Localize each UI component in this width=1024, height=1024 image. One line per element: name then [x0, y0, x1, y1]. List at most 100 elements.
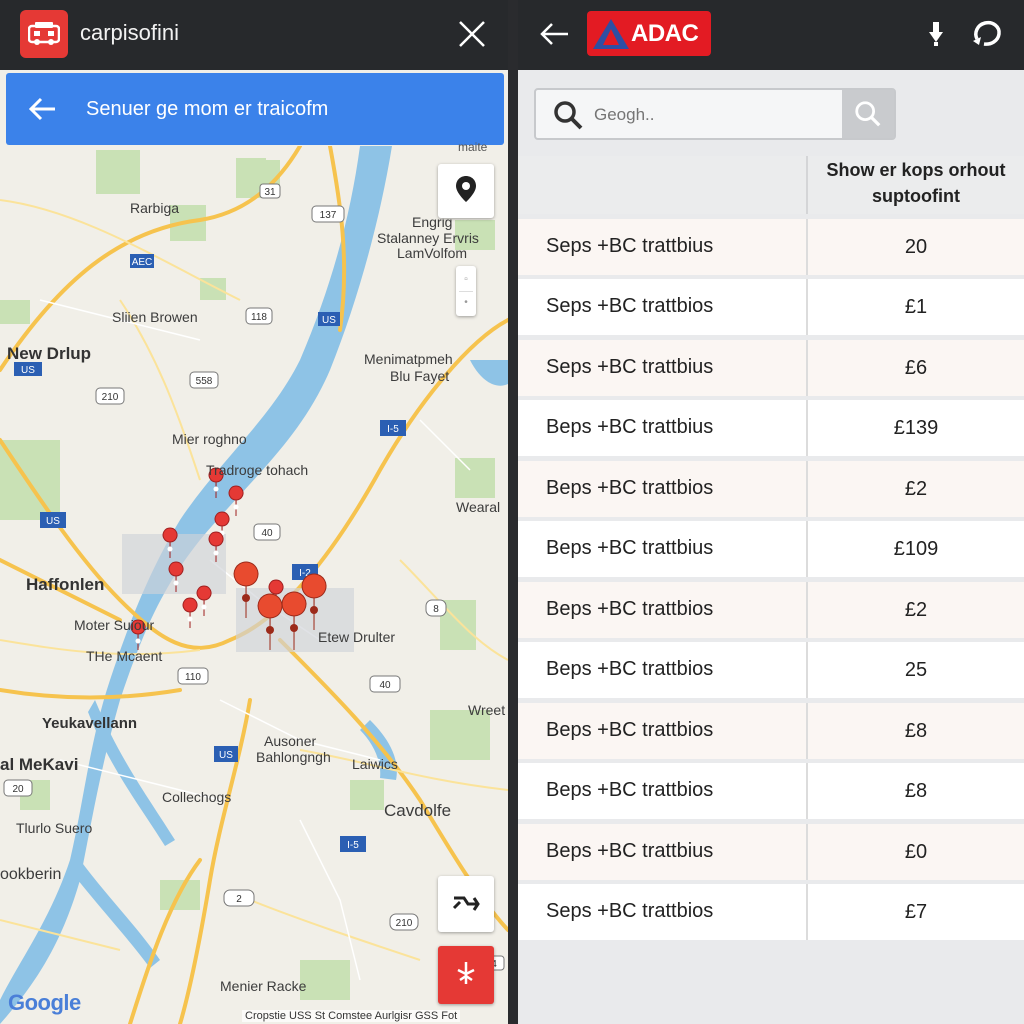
row-label: Beps +BC trattbios [546, 779, 714, 801]
left-app-bar: carpisofini [0, 0, 508, 70]
back-arrow-icon[interactable] [24, 91, 60, 127]
map-label-menier-racke: Menier Racke [220, 978, 307, 994]
table-row[interactable]: Seps +BC trattbius £6 [518, 339, 1024, 396]
row-label: Seps +BC trattbius [546, 234, 714, 257]
search-icon [552, 99, 584, 131]
map-label-new-drlup: New Drlup [7, 344, 92, 363]
search-bar [534, 88, 896, 140]
row-value: £0 [806, 823, 1024, 880]
row-label: Beps +BC trattbius [546, 537, 714, 559]
route-button[interactable] [438, 876, 494, 932]
row-value: £109 [806, 521, 1024, 577]
table-row[interactable]: Beps +BC trattbius £109 [518, 521, 1024, 577]
row-value: £139 [806, 400, 1024, 456]
map-label-lamvolfom: LamVolfom [397, 245, 468, 261]
table-row[interactable]: Seps +BC trattbios £1 [518, 279, 1024, 335]
route-title: Senuer ge mom er traicofm [86, 98, 329, 120]
table-row[interactable]: Beps +BC trattbios £8 [518, 702, 1024, 759]
column-header[interactable]: Show er kops orhout suptoofint [806, 156, 1024, 214]
map-label-bahlongngh: Bahlongngh [256, 749, 331, 765]
svg-text:I-5: I-5 [347, 840, 359, 851]
map-label-ausoner: Ausoner [264, 733, 317, 749]
close-icon[interactable] [452, 14, 492, 54]
svg-text:20: 20 [12, 784, 24, 795]
table-header: Show er kops orhout suptoofint [518, 156, 1024, 214]
route-corner-text: maite [458, 140, 488, 154]
svg-text:US: US [21, 365, 35, 376]
location-pin-icon [455, 175, 477, 208]
table-row[interactable]: Seps +BC trattbius 20 [518, 218, 1024, 275]
map-label-al-mekavi: al MeKavi [0, 755, 79, 774]
table-row[interactable]: Seps +BC trattbios £7 [518, 884, 1024, 940]
map-label-menimatpmeh: Menimatpmeh [364, 351, 453, 367]
row-label: Beps +BC trattbios [546, 658, 714, 680]
table-row[interactable]: Beps +BC trattbios 25 [518, 642, 1024, 698]
map-label-mier-roghno: Mier roghno [172, 431, 247, 447]
map-label-sliien-browen: Sliien Browen [112, 309, 198, 325]
table-row[interactable]: Beps +BC trattbios £2 [518, 581, 1024, 638]
table-row[interactable]: Beps +BC trattbius £0 [518, 823, 1024, 880]
row-label: Beps +BC trattbios [546, 476, 714, 499]
brand-name: ADAC [631, 20, 699, 47]
map-label-laiwics: Laiwics [352, 756, 398, 772]
results-table: Show er kops orhout suptoofint Seps +BC … [518, 156, 1024, 940]
map-label-the-mcaent: THe Mcaent [86, 648, 163, 664]
app-title: carpisofini [80, 20, 180, 45]
results-panel: ADAC Show er kops orhout suptoofint Seps… [518, 0, 1024, 1024]
map-label-ookberin: ookberin [0, 866, 62, 883]
row-value: £8 [806, 702, 1024, 759]
zoom-out-icon[interactable]: • [464, 292, 468, 314]
route-bar: Senuer ge mom er traicofm [6, 73, 504, 145]
adac-logo-mark [593, 19, 629, 49]
navigation-icon [455, 960, 477, 991]
row-value: £2 [806, 581, 1024, 638]
refresh-icon[interactable] [968, 16, 1006, 52]
row-label: Beps +BC trattbios [546, 597, 714, 620]
row-label: Beps +BC trattbius [546, 839, 714, 862]
row-label: Seps +BC trattbios [546, 900, 714, 922]
map-label-blu-fayet: Blu Fayet [390, 368, 450, 384]
map-view[interactable]: 31 137 AEC 118 US US 558 210 I-5 US 40 I… [0, 144, 508, 1024]
table-row[interactable]: Beps +BC trattbius £139 [518, 400, 1024, 456]
svg-text:AEC: AEC [132, 257, 153, 268]
row-label: Seps +BC trattbius [546, 355, 714, 378]
pane-divider[interactable] [508, 0, 518, 1024]
table-body: Seps +BC trattbius 20 Seps +BC trattbios £… [518, 218, 1024, 940]
row-label: Seps +BC trattbios [546, 295, 714, 317]
row-value: £7 [806, 884, 1024, 940]
svg-text:2: 2 [236, 894, 242, 905]
svg-text:40: 40 [379, 680, 391, 691]
adac-logo[interactable]: ADAC [587, 11, 711, 56]
table-row[interactable]: Beps +BC trattbios £8 [518, 763, 1024, 819]
map-label-etew-drulter: Etew Drulter [318, 629, 396, 645]
zoom-icon: ▫ [464, 273, 468, 285]
svg-text:40: 40 [261, 528, 273, 539]
map-attribution[interactable]: Cropstie USS St Comstee Aurlgisr GSS Fot [242, 1010, 461, 1022]
row-value: £8 [806, 763, 1024, 819]
table-row[interactable]: Beps +BC trattbios £2 [518, 460, 1024, 517]
map-label-collechogs: Collechogs [162, 789, 232, 805]
svg-text:210: 210 [102, 392, 119, 403]
map-label-moter-suiour: Moter Suiour [74, 617, 155, 633]
location-button[interactable] [438, 164, 494, 218]
search-icon [855, 101, 881, 127]
row-value: 25 [806, 642, 1024, 698]
row-value: 20 [806, 218, 1024, 275]
row-value: £6 [806, 339, 1024, 396]
zoom-control[interactable]: ▫ • [456, 266, 476, 316]
back-arrow-icon[interactable] [534, 14, 574, 54]
navigation-button[interactable] [438, 946, 494, 1004]
row-label: Beps +BC trattbius [546, 416, 714, 438]
download-icon[interactable] [920, 18, 952, 50]
map-label-wreet: Wreet [468, 702, 506, 718]
map-label-stalanney: Stalanney Ervris [377, 230, 479, 246]
search-input[interactable] [594, 100, 834, 130]
svg-text:US: US [219, 750, 233, 761]
map-label-haffonlen: Haffonlen [26, 575, 105, 594]
svg-text:210: 210 [396, 918, 413, 929]
map-label-tradroge-tohach: Tradroge tohach [206, 462, 309, 478]
svg-text:8: 8 [433, 604, 439, 615]
search-button[interactable] [842, 90, 894, 138]
app-logo-icon[interactable] [20, 10, 68, 58]
svg-text:118: 118 [251, 312, 267, 323]
